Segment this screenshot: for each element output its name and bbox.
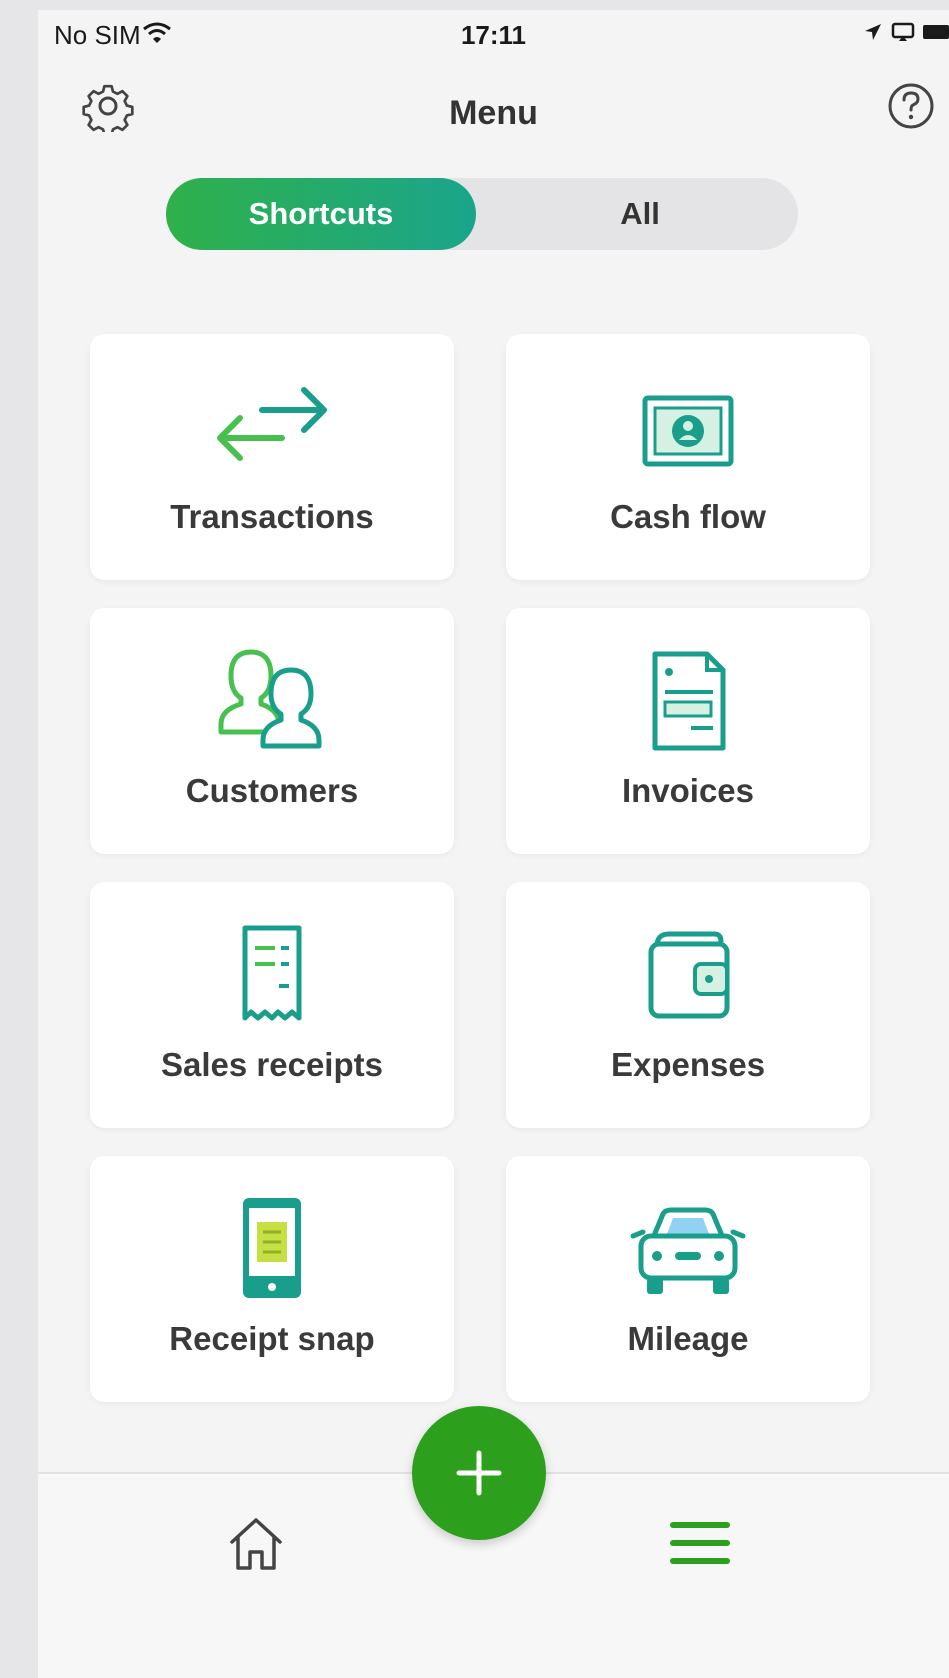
transactions-arrows-icon [90,370,454,480]
status-bar: No SIM 17:11 [38,10,949,70]
question-circle-icon[interactable] [887,82,935,130]
shortcut-customers[interactable]: Customers [90,608,454,854]
customers-icon [90,644,454,754]
header: Menu [38,70,949,160]
shortcut-label: Mileage [627,1320,749,1357]
clock: 17:11 [460,20,527,50]
menu-icon[interactable] [668,1516,732,1570]
shortcut-label: Expenses [610,1046,766,1083]
shortcut-label: Transactions [170,498,374,535]
shortcut-label: Receipt snap [169,1320,375,1357]
shortcut-sales-receipts[interactable]: Sales receipts [90,882,454,1128]
tab-all[interactable]: All [482,178,798,250]
screenshot-border-top [0,0,949,10]
shortcut-label: Invoices [621,772,755,809]
shortcut-invoices[interactable]: Invoices [506,608,870,854]
battery-icon [923,22,949,47]
wallet-icon [506,918,870,1028]
plus-icon [456,1450,502,1496]
tab-shortcuts[interactable]: Shortcuts [166,178,476,250]
shortcut-label: Cash flow [610,498,766,535]
receipt-icon [90,918,454,1028]
screenshot-border-left [0,0,38,1678]
shortcut-receipt-snap[interactable]: Receipt snap [90,1156,454,1402]
cash-icon [506,370,870,480]
shortcut-label: Sales receipts [161,1046,383,1083]
invoice-icon [506,644,870,754]
shortcut-mileage[interactable]: Mileage [506,1156,870,1402]
shortcut-transactions[interactable]: Transactions [90,334,454,580]
shortcut-expenses[interactable]: Expenses [506,882,870,1128]
add-button[interactable] [412,1406,546,1540]
status-icons [863,22,949,47]
car-icon [506,1192,870,1302]
home-icon[interactable] [226,1514,286,1574]
screen-mirror-icon [891,22,915,47]
shortcut-label: Customers [185,772,359,809]
phone-screen: No SIM 17:11 Menu Shortcuts All Transact… [38,10,949,1678]
shortcut-cash-flow[interactable]: Cash flow [506,334,870,580]
location-icon [863,22,883,47]
phone-receipt-icon [90,1192,454,1302]
segmented-control: Shortcuts All [166,178,798,250]
page-title: Menu [449,94,538,132]
